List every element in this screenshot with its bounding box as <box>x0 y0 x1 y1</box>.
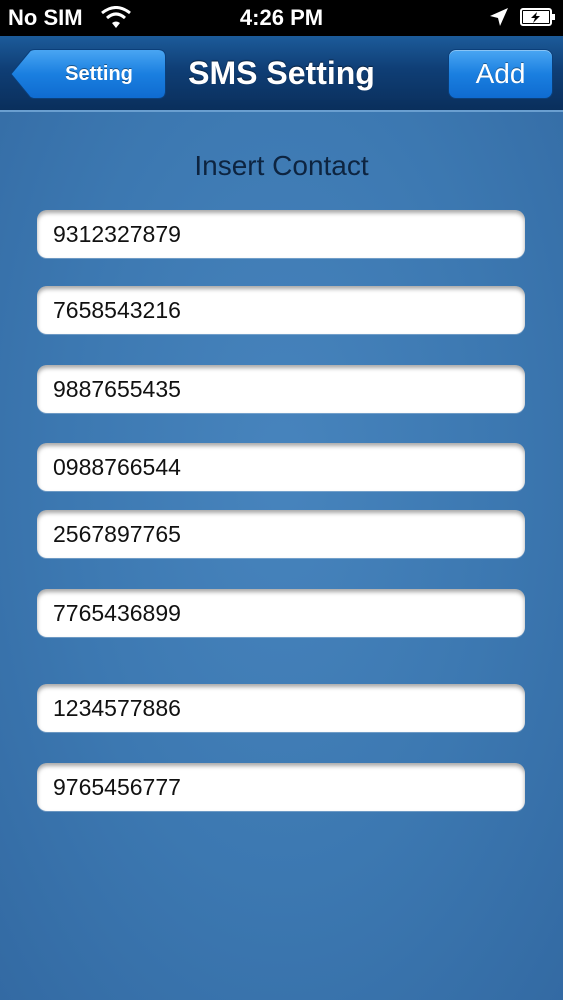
battery-charging-icon <box>520 8 555 26</box>
section-title: Insert Contact <box>194 150 369 181</box>
status-bar: No SIM 4:26 PM <box>0 0 563 36</box>
status-time: 4:26 PM <box>239 5 324 30</box>
contact-field-8[interactable] <box>37 763 525 811</box>
add-button[interactable]: Add <box>448 49 553 99</box>
location-icon <box>490 8 508 26</box>
contact-field-1[interactable] <box>37 210 525 258</box>
contact-field-2[interactable] <box>37 286 525 334</box>
contact-field-6[interactable] <box>37 589 525 637</box>
contact-field-3[interactable] <box>37 365 525 413</box>
content-area: Insert Contact <box>0 112 563 1000</box>
contact-field-7[interactable] <box>37 684 525 732</box>
contact-field-4[interactable] <box>37 443 525 491</box>
contact-field-5[interactable] <box>37 510 525 558</box>
navigation-bar: Setting SMS Setting Add <box>0 36 563 112</box>
